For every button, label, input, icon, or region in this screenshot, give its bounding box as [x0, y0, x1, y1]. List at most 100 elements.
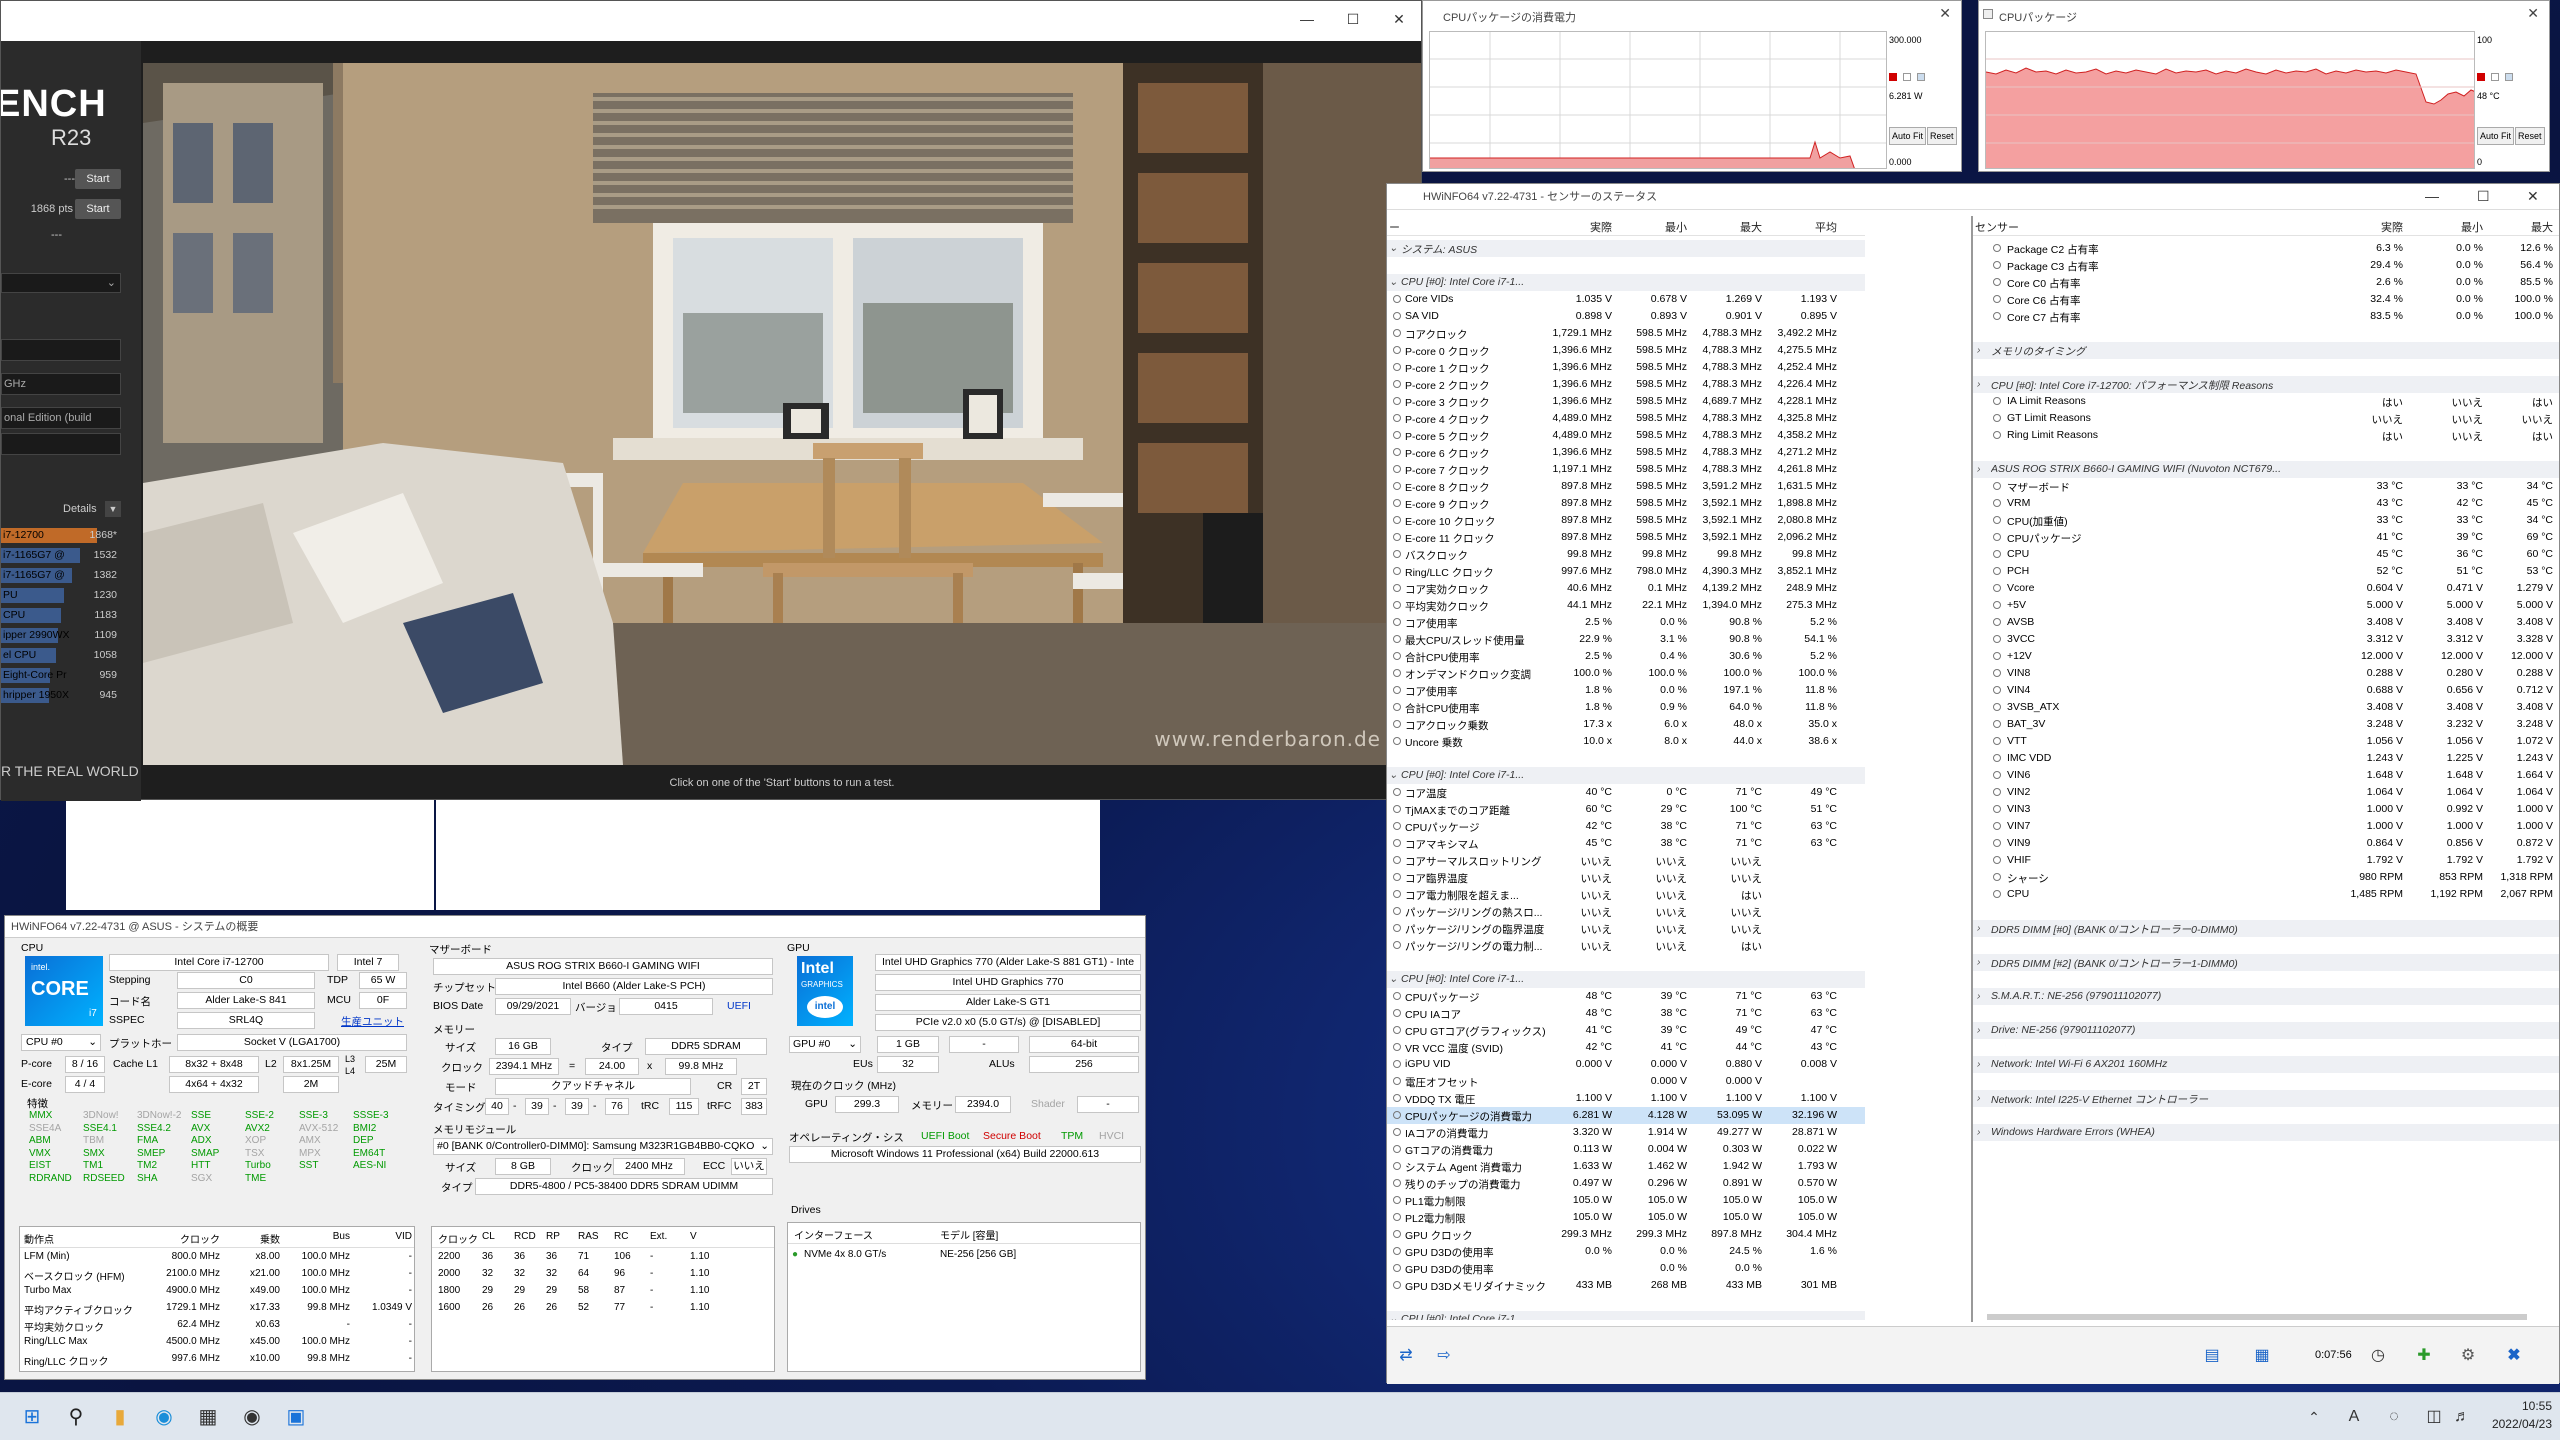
timing-header[interactable]: RCD: [514, 1231, 536, 1242]
minimize-icon[interactable]: —: [2425, 188, 2439, 204]
sensor-row[interactable]: パッケージ/リングの臨界温度 いいえ いいえ いいえ: [1387, 920, 1865, 937]
sensor-row[interactable]: CPUパッケージの消費電力 6.281 W 4.128 W 53.095 W 32.19…: [1387, 1107, 1865, 1124]
sensor-row[interactable]: IAコアの消費電力 3.320 W 1.914 W 49.277 W 28.871 W: [1387, 1124, 1865, 1141]
sensor-row[interactable]: IMC VDD 1.243 V 1.225 V 1.243 V: [1973, 750, 2559, 767]
timing-header[interactable]: CL: [482, 1231, 495, 1242]
expand-icon[interactable]: ›: [1977, 922, 1981, 934]
sensor-row[interactable]: コア使用率 1.8 % 0.0 % 197.1 % 11.8 %: [1387, 682, 1865, 699]
close-icon[interactable]: ✖: [2499, 1341, 2529, 1371]
expand-icon[interactable]: ›: [1977, 956, 1981, 968]
sensor-row[interactable]: パッケージ/リングの熱スロ... いいえ いいえ いいえ: [1387, 903, 1865, 920]
color-swatch-icon[interactable]: [2477, 73, 2485, 81]
sensor-group-row[interactable]: ⌄ CPU [#0]: Intel Core i7-1...: [1387, 971, 1865, 988]
sensor-row[interactable]: VIN6 1.648 V 1.648 V 1.664 V: [1973, 767, 2559, 784]
sensor-group-row[interactable]: ⌄ CPU [#0]: Intel Core i7-1...: [1387, 767, 1865, 784]
sensor-row[interactable]: Core C0 占有率 2.6 % 0.0 % 85.5 %: [1973, 274, 2559, 291]
ops-header[interactable]: VID: [360, 1231, 412, 1242]
sensor-row[interactable]: IA Limit Reasons はい いいえ はい: [1973, 393, 2559, 410]
sensor-row[interactable]: コアマキシマム 45 °C 38 °C 71 °C 63 °C: [1387, 835, 1865, 852]
expand-icon[interactable]: ›: [1977, 1024, 1981, 1036]
sensor-row[interactable]: PCH 52 °C 51 °C 53 °C: [1973, 563, 2559, 580]
sensor-row[interactable]: シャーシ 980 RPM 853 RPM 1,318 RPM: [1973, 869, 2559, 886]
sensor-row[interactable]: GT Limit Reasons いいえ いいえ いいえ: [1973, 410, 2559, 427]
ops-header[interactable]: クロック: [150, 1231, 220, 1246]
start-button[interactable]: Start: [75, 169, 121, 189]
sensor-row[interactable]: TjMAXまでのコア距離 60 °C 29 °C 100 °C 51 °C: [1387, 801, 1865, 818]
sensor-row[interactable]: VHIF 1.792 V 1.792 V 1.792 V: [1973, 852, 2559, 869]
sensor-row[interactable]: CPUパッケージ 48 °C 39 °C 71 °C 63 °C: [1387, 988, 1865, 1005]
input-method-icon[interactable]: A: [2336, 1399, 2372, 1435]
clock-time[interactable]: 10:55: [2476, 1399, 2552, 1413]
sensor-row[interactable]: E-core 11 クロック 897.8 MHz 598.5 MHz 3,592.1 …: [1387, 529, 1865, 546]
sensor-row[interactable]: CPUパッケージ 42 °C 38 °C 71 °C 63 °C: [1387, 818, 1865, 835]
sensor-group-row[interactable]: › Windows Hardware Errors (WHEA): [1973, 1124, 2559, 1141]
col-min[interactable]: 最小: [2433, 219, 2483, 235]
timing-header[interactable]: RP: [546, 1231, 560, 1242]
sensor-row[interactable]: [1973, 444, 2559, 461]
sensor-row[interactable]: [1973, 1107, 2559, 1124]
sensor-row[interactable]: VIN3 1.000 V 0.992 V 1.000 V: [1973, 801, 2559, 818]
expand-icon[interactable]: ›: [1977, 1058, 1981, 1070]
ranking-row[interactable]: PU 1230: [1, 587, 117, 604]
sensor-row[interactable]: コア温度 40 °C 0 °C 71 °C 49 °C: [1387, 784, 1865, 801]
ranking-row[interactable]: Eight-Core Pr 959: [1, 667, 117, 684]
sensor-row[interactable]: E-core 9 クロック 897.8 MHz 598.5 MHz 3,592.1 M…: [1387, 495, 1865, 512]
auto-fit-button[interactable]: Auto Fit: [2477, 127, 2515, 145]
arrow-right-icon[interactable]: ⇨: [1429, 1341, 1459, 1371]
sensor-row[interactable]: VIN9 0.864 V 0.856 V 0.872 V: [1973, 835, 2559, 852]
sensor-row[interactable]: PL2電力制限 105.0 W 105.0 W 105.0 W 105.0 W: [1387, 1209, 1865, 1226]
maximize-icon[interactable]: ☐: [1341, 11, 1365, 31]
expand-icon[interactable]: ›: [1977, 463, 1981, 475]
sensor-row[interactable]: システム Agent 消費電力 1.633 W 1.462 W 1.942 W 1.79…: [1387, 1158, 1865, 1175]
arrow-left-right-icon[interactable]: ⇄: [1391, 1341, 1421, 1371]
sensor-row[interactable]: オンデマンドクロック変調 100.0 % 100.0 % 100.0 % 100.0 %: [1387, 665, 1865, 682]
color-swatch-icon[interactable]: [1889, 73, 1897, 81]
sensor-row[interactable]: コアクロック 1,729.1 MHz 598.5 MHz 4,788.3 MHz 3,4…: [1387, 325, 1865, 342]
chevron-up-icon[interactable]: ⌃: [2296, 1399, 2332, 1435]
sensor-row[interactable]: Ring Limit Reasons はい いいえ はい: [1973, 427, 2559, 444]
sensor-row[interactable]: [1973, 359, 2559, 376]
sensor-row[interactable]: [1973, 1073, 2559, 1090]
sensor-row[interactable]: CPU(加重値) 33 °C 33 °C 34 °C: [1973, 512, 2559, 529]
col-max[interactable]: 最大: [2503, 219, 2553, 235]
edge-browser-icon[interactable]: ◉: [146, 1399, 182, 1435]
ranking-row[interactable]: hripper 1950X 945: [1, 687, 117, 704]
maximize-icon[interactable]: ☐: [2477, 188, 2490, 205]
reset-icon[interactable]: ▦: [2247, 1341, 2277, 1371]
sensor-row[interactable]: パッケージ/リングの電力制... いいえ いいえ はい: [1387, 937, 1865, 954]
sensor-row[interactable]: VIN4 0.688 V 0.656 V 0.712 V: [1973, 682, 2559, 699]
col-sensor[interactable]: センサー: [1975, 219, 2019, 235]
sensor-row[interactable]: [1973, 1039, 2559, 1056]
module-select[interactable]: #0 [BANK 0/Controller0-DIMM0]: Samsung M…: [433, 1138, 773, 1155]
timing-header[interactable]: RAS: [578, 1231, 599, 1242]
sensor-group-row[interactable]: › ASUS ROG STRIX B660-I GAMING WIFI (Nuvo…: [1973, 461, 2559, 478]
sensor-row[interactable]: [1973, 903, 2559, 920]
sensor-row[interactable]: P-core 1 クロック 1,396.6 MHz 598.5 MHz 4,788.3…: [1387, 359, 1865, 376]
sensor-row[interactable]: CPU 45 °C 36 °C 60 °C: [1973, 546, 2559, 563]
sensor-group-row[interactable]: › DDR5 DIMM [#2] (BANK 0/コントローラー1-DIMM0): [1973, 954, 2559, 971]
clock-icon[interactable]: ◷: [2363, 1341, 2393, 1371]
sensor-row[interactable]: P-core 3 クロック 1,396.6 MHz 598.5 MHz 4,689.7…: [1387, 393, 1865, 410]
sensor-row[interactable]: 合計CPU使用率 2.5 % 0.4 % 30.6 % 5.2 %: [1387, 648, 1865, 665]
collapse-icon[interactable]: ⌄: [1389, 242, 1398, 254]
ranking-row[interactable]: i7-1165G7 @ 1532: [1, 547, 117, 564]
collapse-icon[interactable]: ⌄: [1389, 276, 1398, 288]
collapse-icon[interactable]: ⌄: [1389, 973, 1398, 985]
sensor-row[interactable]: VDDQ TX 電圧 1.100 V 1.100 V 1.100 V 1.100 V: [1387, 1090, 1865, 1107]
sensor-group-row[interactable]: › Network: Intel Wi-Fi 6 AX201 160MHz: [1973, 1056, 2559, 1073]
ranking-row[interactable]: ipper 2990WX 1109: [1, 627, 117, 644]
auto-fit-button[interactable]: Auto Fit: [1889, 127, 1927, 145]
add-report-icon[interactable]: ✚: [2409, 1341, 2439, 1371]
search-icon[interactable]: ⚲: [58, 1399, 94, 1435]
sensor-group-row[interactable]: ⌄ CPU [#0]: Intel Core i7-1...: [1387, 1311, 1865, 1320]
ranking-row[interactable]: i7-1165G7 @ 1382: [1, 567, 117, 584]
sensor-row[interactable]: [1387, 257, 1865, 274]
checkbox-icon[interactable]: [2491, 73, 2499, 81]
minimize-icon[interactable]: —: [1295, 11, 1319, 31]
gear-icon[interactable]: ⚙: [2453, 1341, 2483, 1371]
sensor-row[interactable]: Ring/LLC クロック 997.6 MHz 798.0 MHz 4,390.3 M…: [1387, 563, 1865, 580]
sensor-row[interactable]: [1973, 937, 2559, 954]
timing-header[interactable]: クロック: [438, 1231, 478, 1246]
timing-header[interactable]: V: [690, 1231, 697, 1242]
sensor-row[interactable]: [1387, 1294, 1865, 1311]
